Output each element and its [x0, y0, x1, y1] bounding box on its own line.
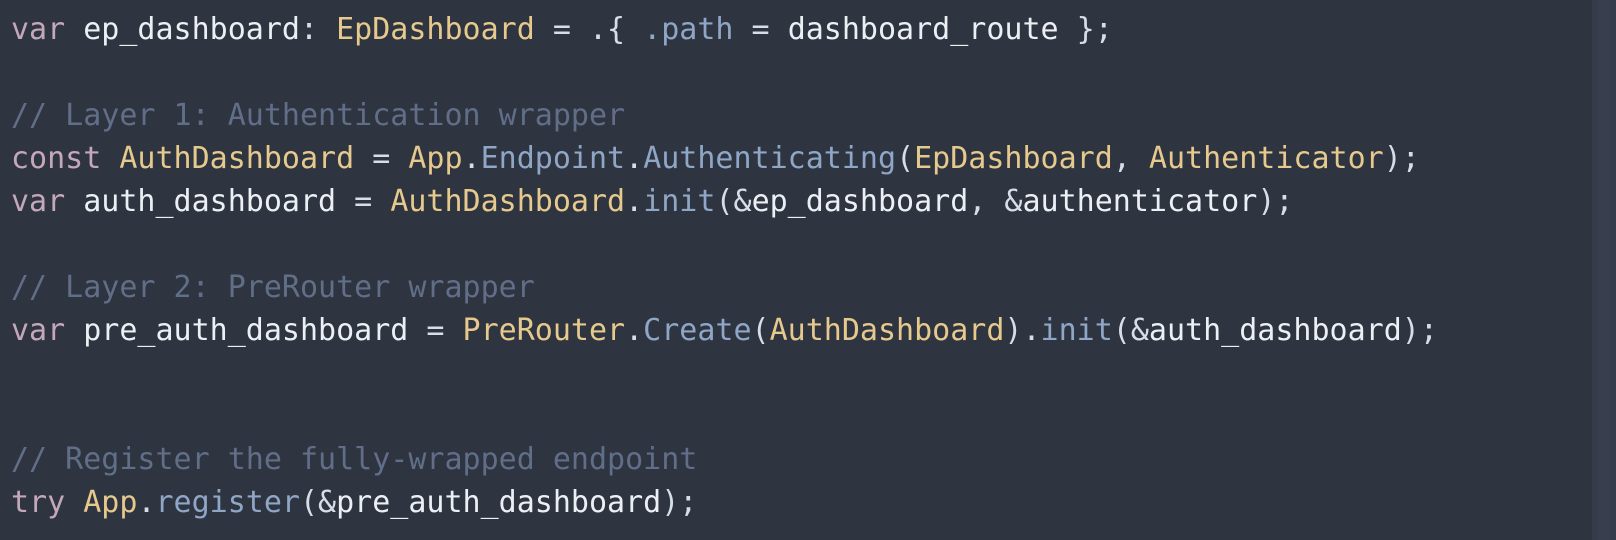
keyword-token: try	[11, 485, 66, 520]
code-line-4: const AuthDashboard = App.Endpoint.Authe…	[11, 137, 1438, 180]
type-token: EpDashboard	[914, 141, 1113, 176]
function-token: init	[643, 184, 716, 219]
punctuation-token: =	[408, 313, 463, 348]
identifier-token: auth_dashboard	[1148, 313, 1402, 348]
identifier-token: pre_auth_dashboard	[336, 485, 662, 520]
keyword-token: var	[11, 12, 66, 47]
type-token: EpDashboard	[336, 12, 535, 47]
punctuation-token: .	[625, 141, 644, 176]
punctuation-token: .	[625, 184, 644, 219]
keyword-token: const	[11, 141, 102, 176]
punctuation-token: :	[300, 12, 337, 47]
keyword-token: var	[11, 313, 66, 348]
punctuation-token: (	[896, 141, 915, 176]
comment-token: // Layer 1: Authentication wrapper	[11, 98, 626, 133]
type-token: AuthDashboard	[390, 184, 626, 219]
type-token: AuthDashboard	[101, 141, 355, 176]
keyword-token: var	[11, 184, 66, 219]
type-token: AuthDashboard	[769, 313, 1005, 348]
comment-token: // Layer 2: PreRouter wrapper	[11, 270, 535, 305]
identifier-token: dashboard_route	[787, 12, 1059, 47]
function-token: Create	[643, 313, 752, 348]
punctuation-token: (	[751, 313, 770, 348]
comment-token: // Register the fully-wrapped endpoint	[11, 442, 698, 477]
punctuation-token: = .{	[534, 12, 644, 47]
type-token: App	[83, 485, 138, 520]
punctuation-token: );	[1257, 184, 1294, 219]
code-block[interactable]: var ep_dashboard: EpDashboard = .{ .path…	[11, 8, 1438, 524]
punctuation-token: , &	[968, 184, 1023, 219]
code-editor[interactable]: var ep_dashboard: EpDashboard = .{ .path…	[0, 0, 1616, 540]
function-token: register	[155, 485, 301, 520]
code-line-5: var auth_dashboard = AuthDashboard.init(…	[11, 180, 1438, 223]
punctuation-token: );	[1383, 141, 1420, 176]
code-line-11: // Register the fully-wrapped endpoint	[11, 438, 1438, 481]
punctuation-token: .	[462, 141, 481, 176]
function-token: init	[1040, 313, 1113, 348]
punctuation-token: .	[1022, 313, 1041, 348]
punctuation-token: =	[336, 184, 391, 219]
code-line-3: // Layer 1: Authentication wrapper	[11, 94, 1438, 137]
identifier-token: auth_dashboard	[65, 184, 337, 219]
identifier-token: ep_dashboard	[751, 184, 969, 219]
scrollbar-track[interactable]	[1598, 0, 1610, 540]
identifier-token: pre_auth_dashboard	[65, 313, 409, 348]
punctuation-token: ,	[1112, 141, 1149, 176]
punctuation-token: .	[137, 485, 156, 520]
punctuation-token: =	[354, 141, 409, 176]
vertical-scrollbar[interactable]	[1592, 0, 1616, 540]
punctuation-token: (&	[1112, 313, 1149, 348]
punctuation-token: .	[625, 313, 644, 348]
code-line-8: var pre_auth_dashboard = PreRouter.Creat…	[11, 309, 1438, 352]
type-token: App	[408, 141, 463, 176]
code-line-1: var ep_dashboard: EpDashboard = .{ .path…	[11, 8, 1438, 51]
type-token: PreRouter	[462, 313, 626, 348]
code-line-12: try App.register(&pre_auth_dashboard);	[11, 481, 1438, 524]
punctuation-token: );	[1401, 313, 1438, 348]
punctuation-token: =	[733, 12, 788, 47]
namespace-token: Endpoint	[480, 141, 626, 176]
identifier-token: authenticator	[1022, 184, 1258, 219]
function-token: Authenticating	[643, 141, 897, 176]
punctuation-token: );	[661, 485, 698, 520]
punctuation-token: )	[1004, 313, 1023, 348]
punctuation-token: (&	[715, 184, 752, 219]
field-token: .path	[643, 12, 734, 47]
identifier-token: ep_dashboard	[65, 12, 300, 47]
punctuation-token: (&	[300, 485, 337, 520]
type-token: Authenticator	[1148, 141, 1384, 176]
punctuation-token: };	[1058, 12, 1113, 47]
code-line-7: // Layer 2: PreRouter wrapper	[11, 266, 1438, 309]
